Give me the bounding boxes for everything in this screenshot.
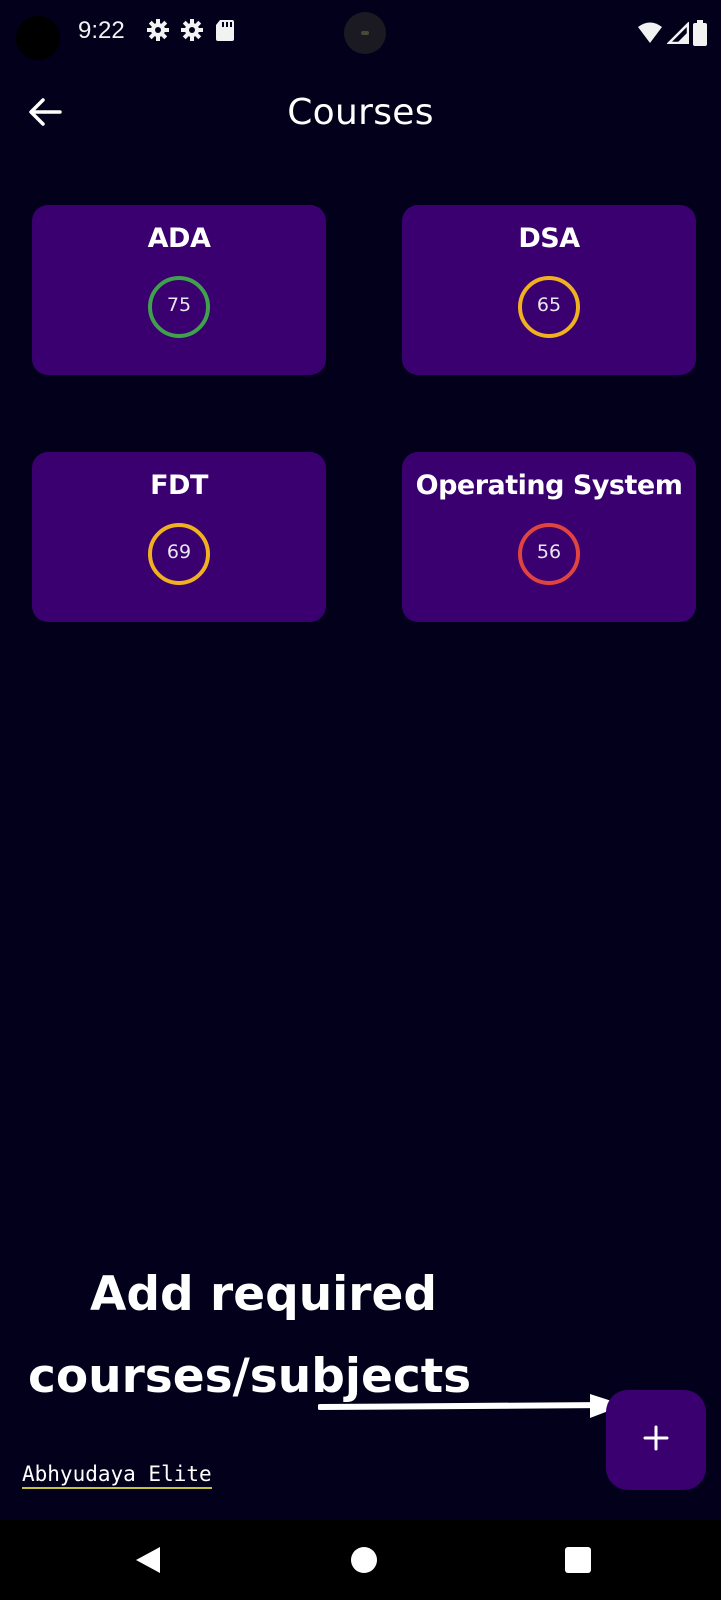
system-nav-bar xyxy=(0,1520,721,1600)
circle-home-icon xyxy=(350,1546,378,1578)
course-name: Operating System xyxy=(415,470,683,501)
cellular-signal-icon xyxy=(665,20,690,48)
score-ring: 75 xyxy=(147,275,211,339)
add-course-button[interactable] xyxy=(606,1390,706,1490)
plus-icon xyxy=(643,1425,669,1455)
course-card-fdt[interactable]: FDT 69 xyxy=(32,452,326,622)
wifi-icon xyxy=(637,22,663,48)
app-bar: Courses xyxy=(0,76,721,156)
camera-cutout xyxy=(16,16,60,60)
score-value: 56 xyxy=(536,541,562,563)
sd-card-icon xyxy=(214,18,236,42)
nav-recents-button[interactable] xyxy=(562,1546,594,1578)
status-bar: 9:22 xyxy=(0,0,721,66)
battery-icon xyxy=(693,20,707,50)
annotation-line: Add required xyxy=(90,1267,437,1322)
score-value: 65 xyxy=(536,294,562,316)
course-card-ada[interactable]: ADA 75 xyxy=(32,205,326,375)
page-title: Courses xyxy=(287,92,434,133)
course-name: FDT xyxy=(150,470,208,501)
nav-home-button[interactable] xyxy=(348,1546,380,1578)
arrow-right-icon xyxy=(317,1392,630,1426)
status-notification-icons xyxy=(146,18,236,42)
settings-gear-icon xyxy=(146,18,170,42)
credit-watermark: Abhyudaya Elite xyxy=(22,1462,212,1489)
course-card-dsa[interactable]: DSA 65 xyxy=(402,205,696,375)
course-card-operating-system[interactable]: Operating System 56 xyxy=(402,452,696,622)
score-ring: 69 xyxy=(147,522,211,586)
course-name: ADA xyxy=(147,223,211,254)
status-system-icons xyxy=(637,20,707,50)
score-ring: 65 xyxy=(517,275,581,339)
course-name: DSA xyxy=(518,223,580,254)
score-ring: 56 xyxy=(517,522,581,586)
nav-back-button[interactable] xyxy=(132,1546,164,1578)
settings-gear-icon xyxy=(180,18,204,42)
triangle-back-icon xyxy=(134,1545,162,1579)
square-recents-icon xyxy=(564,1546,592,1578)
score-value: 75 xyxy=(166,294,192,316)
front-camera xyxy=(344,12,386,54)
score-value: 69 xyxy=(166,541,192,563)
status-time: 9:22 xyxy=(78,17,125,44)
